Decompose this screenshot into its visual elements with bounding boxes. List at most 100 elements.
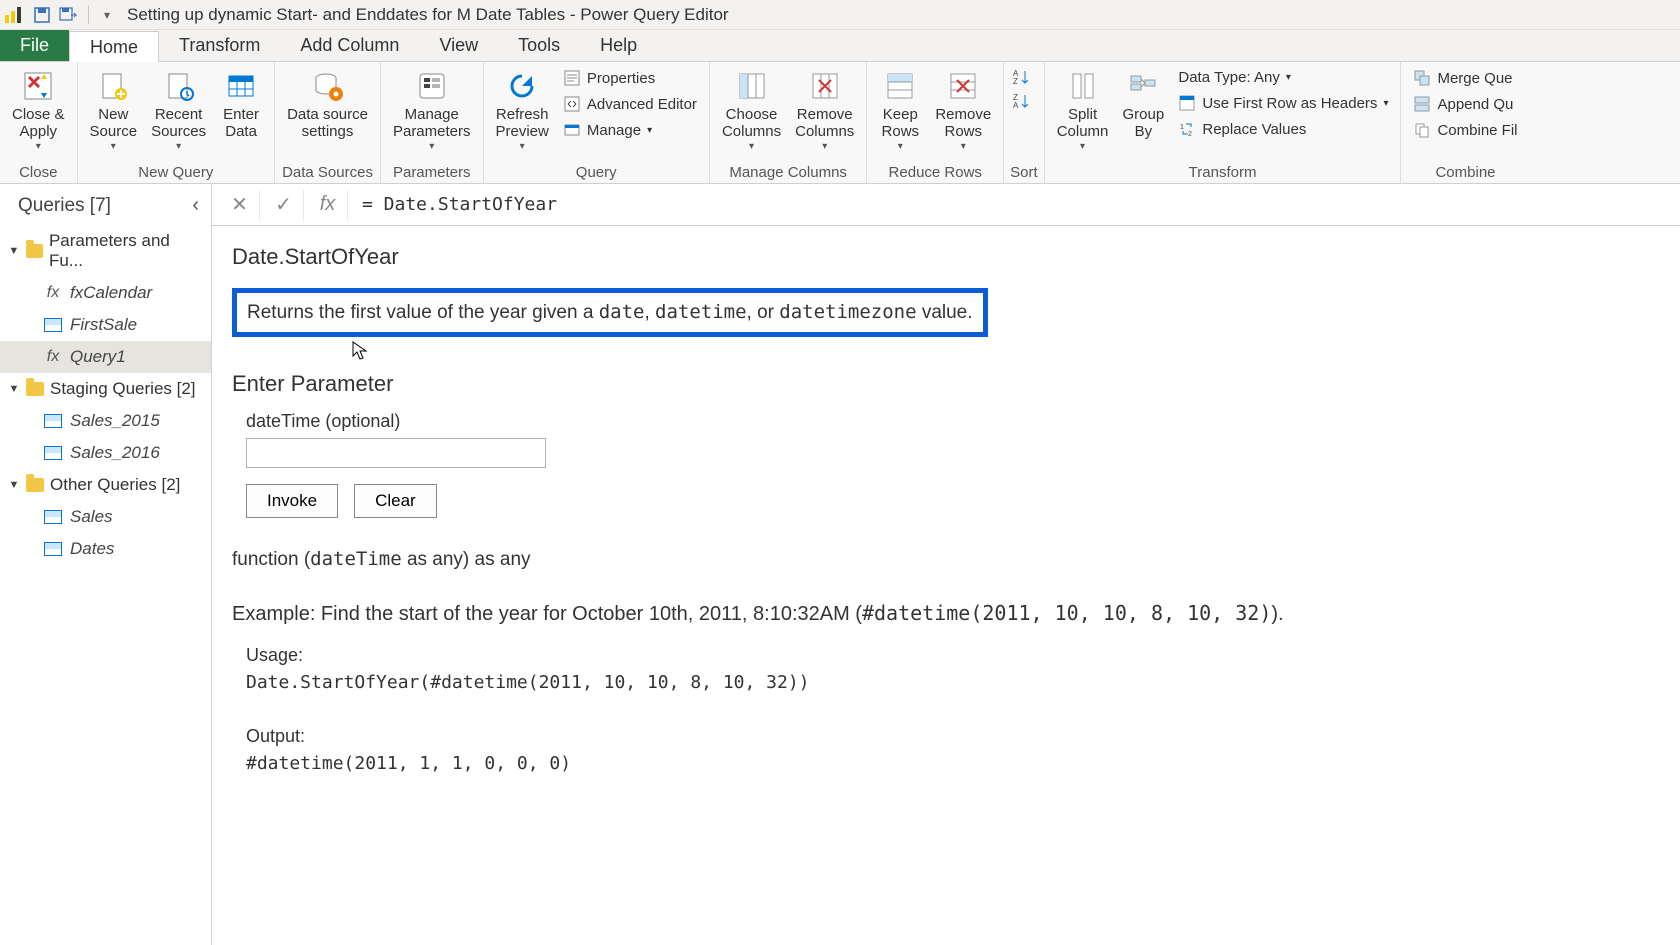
choose-columns-label: Choose Columns: [722, 106, 781, 141]
data-source-settings-label: Data source settings: [287, 106, 368, 141]
accept-formula-icon[interactable]: ✓: [264, 190, 304, 220]
svg-text:2: 2: [1188, 131, 1192, 137]
desc-code: date: [599, 301, 645, 323]
group-by-label: Group By: [1123, 106, 1165, 141]
folder-icon: [26, 382, 44, 396]
query-group-other[interactable]: ▼ Other Queries [2]: [0, 469, 211, 501]
save-as-icon[interactable]: [56, 3, 80, 27]
sig-param: dateTime: [310, 548, 402, 570]
replace-values-button[interactable]: 12 Replace Values: [1172, 117, 1394, 141]
choose-columns-button[interactable]: Choose Columns ▾: [716, 66, 787, 154]
query-item-sales2016[interactable]: Sales_2016: [0, 437, 211, 469]
query-item-sales[interactable]: Sales: [0, 501, 211, 533]
properties-icon: [563, 69, 581, 87]
group-data-sources: Data source settings Data Sources: [275, 62, 381, 183]
query-item-label: Sales_2016: [70, 443, 160, 463]
svg-text:Z: Z: [1013, 77, 1018, 86]
enter-data-button[interactable]: Enter Data: [214, 66, 268, 143]
append-queries-button[interactable]: Append Qu: [1407, 92, 1523, 116]
manage-parameters-button[interactable]: Manage Parameters ▾: [387, 66, 477, 154]
query-item-label: Dates: [70, 539, 114, 559]
keep-rows-button[interactable]: Keep Rows ▾: [873, 66, 927, 154]
tab-home[interactable]: Home: [69, 31, 159, 62]
query-group-parameters[interactable]: ▼ Parameters and Fu...: [0, 225, 211, 277]
query-group-label: Query: [490, 162, 703, 181]
split-column-icon: [1065, 68, 1101, 104]
tab-file[interactable]: File: [0, 30, 69, 61]
desc-text: ,: [644, 302, 655, 323]
group-by-button[interactable]: Group By: [1116, 66, 1170, 143]
table-icon: [44, 318, 62, 332]
data-type-button[interactable]: Data Type: Any ▾: [1172, 66, 1394, 89]
output-label: Output:: [246, 723, 1660, 750]
data-source-settings-button[interactable]: Data source settings: [281, 66, 374, 143]
remove-rows-button[interactable]: Remove Rows ▾: [929, 66, 997, 154]
fx-formula-icon[interactable]: fx: [308, 190, 348, 220]
sort-asc-button[interactable]: AZ: [1010, 66, 1032, 88]
group-query: Refresh Preview ▾ Properties Advanced Ed…: [484, 62, 710, 183]
example-heading: Example: Find the start of the year for …: [232, 601, 1660, 626]
query-item-fxcalendar[interactable]: fx fxCalendar: [0, 277, 211, 309]
window-title: Setting up dynamic Start- and Enddates f…: [127, 5, 729, 25]
cancel-formula-icon[interactable]: ✕: [220, 190, 260, 220]
group-new-query: New Source ▾ Recent Sources ▾ Enter Data…: [78, 62, 276, 183]
merge-queries-button[interactable]: Merge Que: [1407, 66, 1523, 90]
tab-add-column[interactable]: Add Column: [280, 30, 419, 61]
tab-help[interactable]: Help: [580, 30, 657, 61]
recent-sources-icon: [161, 68, 197, 104]
query-item-query1[interactable]: fx Query1: [0, 341, 211, 373]
collapse-queries-icon[interactable]: ‹: [192, 194, 199, 217]
query-item-firstsale[interactable]: FirstSale: [0, 309, 211, 341]
clear-button[interactable]: Clear: [354, 484, 437, 518]
enter-data-label: Enter Data: [223, 106, 259, 141]
new-source-button[interactable]: New Source ▾: [84, 66, 144, 154]
group-transform: Split Column ▾ Group By Data Type: Any ▾…: [1045, 62, 1402, 183]
folder-icon: [26, 478, 44, 492]
formula-text[interactable]: = Date.StartOfYear: [352, 194, 1672, 215]
refresh-preview-label: Refresh Preview: [496, 106, 549, 141]
remove-columns-button[interactable]: Remove Columns ▾: [789, 66, 860, 154]
qat-customize-icon[interactable]: ▾: [95, 3, 119, 27]
close-apply-icon: [20, 68, 56, 104]
manage-button[interactable]: Manage ▾: [557, 118, 703, 142]
new-source-label: New Source: [90, 106, 138, 141]
invoke-button[interactable]: Invoke: [246, 484, 338, 518]
properties-button[interactable]: Properties: [557, 66, 703, 90]
close-apply-button[interactable]: Close & Apply ▾: [6, 66, 71, 154]
query-item-dates[interactable]: Dates: [0, 533, 211, 565]
group-by-icon: [1125, 68, 1161, 104]
query-item-label: FirstSale: [70, 315, 137, 335]
usage-code: Date.StartOfYear(#datetime(2011, 10, 10,…: [246, 669, 1660, 696]
combine-files-button[interactable]: Combine Fil: [1407, 118, 1523, 142]
sig-text: as any) as any: [402, 549, 531, 570]
usage-block: Usage: Date.StartOfYear(#datetime(2011, …: [246, 642, 1660, 777]
save-icon[interactable]: [30, 3, 54, 27]
datetime-input[interactable]: [246, 438, 546, 468]
queries-header: Queries [7]: [18, 195, 111, 217]
refresh-preview-button[interactable]: Refresh Preview ▾: [490, 66, 555, 154]
advanced-editor-button[interactable]: Advanced Editor: [557, 92, 703, 116]
use-first-row-button[interactable]: Use First Row as Headers ▾: [1172, 91, 1394, 115]
sort-desc-button[interactable]: ZA: [1010, 90, 1032, 112]
query-group-staging[interactable]: ▼ Staging Queries [2]: [0, 373, 211, 405]
parameters-group-label: Parameters: [387, 162, 477, 181]
tab-tools[interactable]: Tools: [498, 30, 580, 61]
group-parameters: Manage Parameters ▾ Parameters: [381, 62, 484, 183]
recent-sources-button[interactable]: Recent Sources ▾: [145, 66, 212, 154]
table-icon: [44, 542, 62, 556]
first-row-icon: [1178, 94, 1196, 112]
ribbon: Close & Apply ▾ Close New Source ▾ Recen…: [0, 62, 1680, 184]
query-item-sales2015[interactable]: Sales_2015: [0, 405, 211, 437]
svg-text:1: 1: [1180, 124, 1184, 131]
tab-transform[interactable]: Transform: [159, 30, 280, 61]
split-column-button[interactable]: Split Column ▾: [1051, 66, 1115, 154]
enter-data-icon: [223, 68, 259, 104]
desc-code: datetimezone: [779, 301, 916, 323]
enter-parameter-heading: Enter Parameter: [232, 371, 1660, 397]
manage-parameters-label: Manage Parameters: [393, 106, 471, 141]
close-group-label: Close: [6, 162, 71, 181]
manage-icon: [563, 121, 581, 139]
tab-view[interactable]: View: [419, 30, 498, 61]
query-item-label: Sales_2015: [70, 411, 160, 431]
combine-group-label: Combine: [1407, 162, 1523, 181]
